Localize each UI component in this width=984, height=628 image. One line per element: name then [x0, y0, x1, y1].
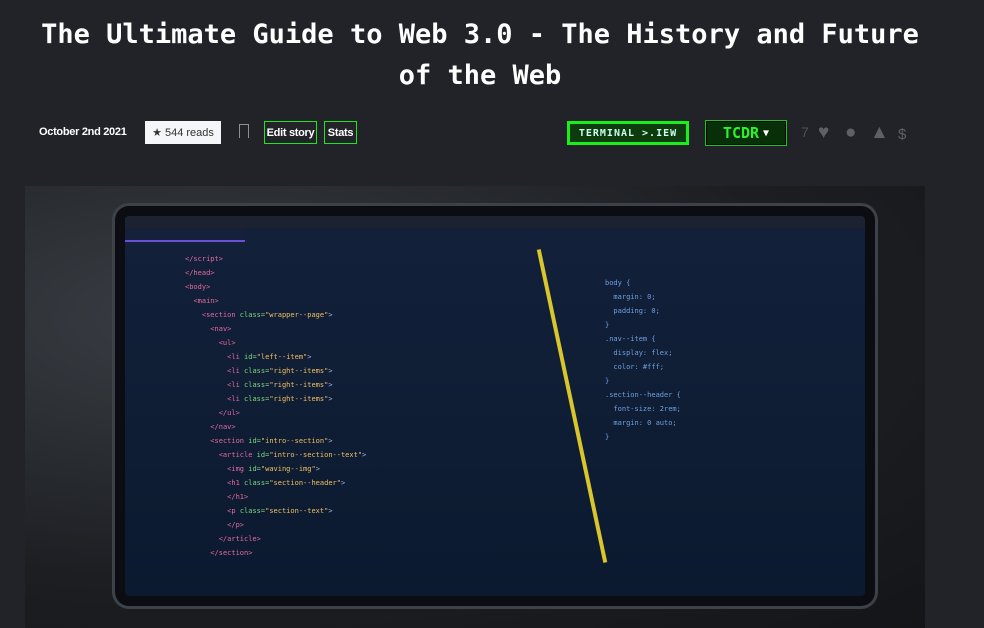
editor-divider: [536, 249, 608, 563]
money-bag-icon[interactable]: $: [898, 125, 906, 145]
editor-menubar: [125, 216, 865, 228]
bookmark-icon[interactable]: [239, 124, 249, 138]
heart-icon[interactable]: ♥: [818, 123, 829, 143]
article-title: The Ultimate Guide to Web 3.0 - The Hist…: [41, 19, 919, 91]
lightbulb-icon[interactable]: ●: [845, 123, 856, 143]
stats-button[interactable]: Stats: [324, 121, 357, 144]
reads-count: 544 reads: [164, 126, 214, 139]
reactions-count: 7: [801, 124, 809, 140]
reads-badge: ★ 544 reads: [145, 121, 221, 144]
hero-image: </script> </head> <body> <main> <section…: [25, 186, 925, 628]
publish-date: October 2nd 2021: [39, 126, 127, 138]
wizard-hat-icon[interactable]: ▲: [870, 123, 889, 143]
tcdr-label: TCDR: [722, 124, 760, 142]
star-icon: ★: [152, 127, 162, 139]
tcdr-dropdown[interactable]: TCDR ▼: [705, 120, 787, 146]
article-meta-bar: October 2nd 2021 ★ 544 reads Edit story S…: [0, 120, 984, 146]
laptop-illustration: </script> </head> <body> <main> <section…: [115, 206, 875, 606]
laptop-screen: </script> </head> <body> <main> <section…: [125, 216, 865, 596]
code-illustration-right: body { margin: 0; padding: 0; } .nav--it…: [605, 279, 681, 441]
terminal-view-button[interactable]: TERMINAL >.IEW: [567, 121, 689, 145]
editor-tab: [125, 228, 245, 242]
edit-story-button[interactable]: Edit story: [264, 121, 317, 144]
code-illustration: </script> </head> <body> <main> <section…: [185, 255, 367, 557]
chevron-down-icon: ▼: [763, 127, 770, 139]
